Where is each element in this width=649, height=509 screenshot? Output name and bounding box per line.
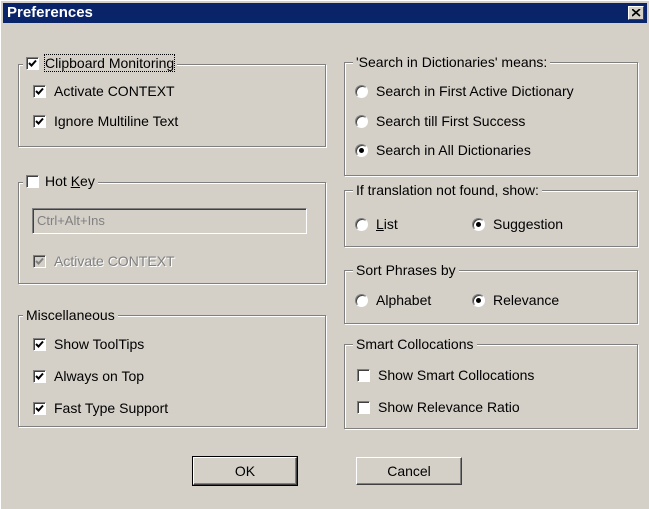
radio-circle <box>472 293 485 307</box>
radio-circle <box>472 217 485 231</box>
checkbox-box <box>33 114 46 128</box>
cancel-button-label: Cancel <box>387 463 431 479</box>
hot-key-label: Hot Key <box>45 173 95 189</box>
radio-circle <box>355 84 368 98</box>
show-suggestion-radio[interactable]: Suggestion <box>472 216 563 232</box>
checkmark-icon <box>35 87 44 95</box>
smart-collocations-group: Smart Collocations Show Smart Collocatio… <box>344 336 638 429</box>
sort-alphabet-label: Alphabet <box>376 292 432 308</box>
radio-selected-dot <box>476 297 481 303</box>
ignore-multiline-label: Ignore Multiline Text <box>54 113 179 129</box>
always-on-top-label: Always on Top <box>54 368 145 384</box>
activate-context-label: Activate CONTEXT <box>54 83 175 99</box>
smart-collocations-title: Smart Collocations <box>353 336 477 352</box>
show-relevance-ratio-checkbox[interactable]: Show Relevance Ratio <box>357 399 520 415</box>
checkbox-box <box>357 400 370 414</box>
hotkey-activate-context-checkbox[interactable]: Activate CONTEXT <box>33 253 175 269</box>
ignore-multiline-checkbox[interactable]: Ignore Multiline Text <box>33 113 178 129</box>
checkmark-icon <box>35 404 44 412</box>
checkmark-icon <box>28 59 37 67</box>
misc-group: Miscellaneous Show ToolTips Always on To… <box>18 307 326 427</box>
not-found-group: If translation not found, show: List Sug… <box>344 182 638 247</box>
always-on-top-checkbox[interactable]: Always on Top <box>33 368 144 384</box>
hotkey-group: Hot Key Ctrl+Alt+Ins Activate CONTEXT <box>18 173 326 284</box>
sort-alphabet-radio[interactable]: Alphabet <box>355 292 431 308</box>
clipboard-monitoring-label: Clipboard Monitoring <box>43 54 176 72</box>
show-relevance-ratio-label: Show Relevance Ratio <box>378 399 520 415</box>
checkmark-icon <box>35 372 44 380</box>
radio-selected-dot <box>476 221 481 227</box>
checkmark-icon <box>35 340 44 348</box>
checkbox-box <box>33 337 46 351</box>
show-tooltips-label: Show ToolTips <box>54 336 145 352</box>
title-bar[interactable]: Preferences <box>3 3 647 23</box>
clipboard-monitoring-checkbox[interactable]: Clipboard Monitoring <box>23 54 178 72</box>
window-title: Preferences <box>7 4 93 21</box>
ok-button[interactable]: OK <box>192 456 298 486</box>
hot-key-checkbox[interactable]: Hot Key <box>23 173 98 189</box>
show-list-label: List <box>376 216 398 232</box>
checkbox-box <box>26 56 39 70</box>
hotkey-activate-context-label: Activate CONTEXT <box>54 253 175 269</box>
clipboard-group: Clipboard Monitoring Activate CONTEXT Ig… <box>18 54 326 147</box>
close-icon <box>632 9 641 17</box>
search-first-active-label: Search in First Active Dictionary <box>376 83 574 99</box>
search-mode-title: 'Search in Dictionaries' means: <box>353 54 551 70</box>
fast-type-support-label: Fast Type Support <box>54 400 169 416</box>
misc-group-title: Miscellaneous <box>23 307 118 323</box>
search-till-success-radio[interactable]: Search till First Success <box>355 113 525 129</box>
activate-context-checkbox[interactable]: Activate CONTEXT <box>33 83 175 99</box>
radio-selected-dot <box>359 147 364 153</box>
search-mode-group: 'Search in Dictionaries' means: Search i… <box>344 54 638 176</box>
radio-circle <box>355 217 368 231</box>
fast-type-support-checkbox[interactable]: Fast Type Support <box>33 400 168 416</box>
preferences-dialog: Preferences Clipboard Monitoring Activat… <box>0 0 649 509</box>
sort-relevance-radio[interactable]: Relevance <box>472 292 559 308</box>
checkbox-box <box>357 368 370 382</box>
search-all-radio[interactable]: Search in All Dictionaries <box>355 142 531 158</box>
checkbox-box <box>33 254 46 268</box>
checkbox-box <box>33 84 46 98</box>
hot-key-field[interactable]: Ctrl+Alt+Ins <box>32 208 307 234</box>
not-found-title: If translation not found, show: <box>353 182 542 198</box>
checkbox-box <box>33 369 46 383</box>
hot-key-value: Ctrl+Alt+Ins <box>37 213 105 228</box>
show-tooltips-checkbox[interactable]: Show ToolTips <box>33 336 144 352</box>
radio-circle <box>355 143 368 157</box>
checkmark-icon <box>35 257 44 265</box>
close-button[interactable] <box>628 6 644 20</box>
show-smart-collocations-checkbox[interactable]: Show Smart Collocations <box>357 367 534 383</box>
sort-relevance-label: Relevance <box>493 292 560 308</box>
show-list-radio[interactable]: List <box>355 216 398 232</box>
sort-phrases-group: Sort Phrases by Alphabet Relevance <box>344 262 638 324</box>
checkbox-box <box>26 174 39 188</box>
search-all-label: Search in All Dictionaries <box>376 142 531 158</box>
sort-phrases-title: Sort Phrases by <box>353 262 459 278</box>
search-till-success-label: Search till First Success <box>376 113 526 129</box>
radio-circle <box>355 114 368 128</box>
cancel-button[interactable]: Cancel <box>356 457 462 485</box>
checkmark-icon <box>35 117 44 125</box>
search-first-active-radio[interactable]: Search in First Active Dictionary <box>355 83 574 99</box>
ok-button-label: OK <box>234 463 256 479</box>
show-smart-collocations-label: Show Smart Collocations <box>378 367 535 383</box>
radio-circle <box>355 293 368 307</box>
show-suggestion-label: Suggestion <box>493 216 564 232</box>
checkbox-box <box>33 401 46 415</box>
